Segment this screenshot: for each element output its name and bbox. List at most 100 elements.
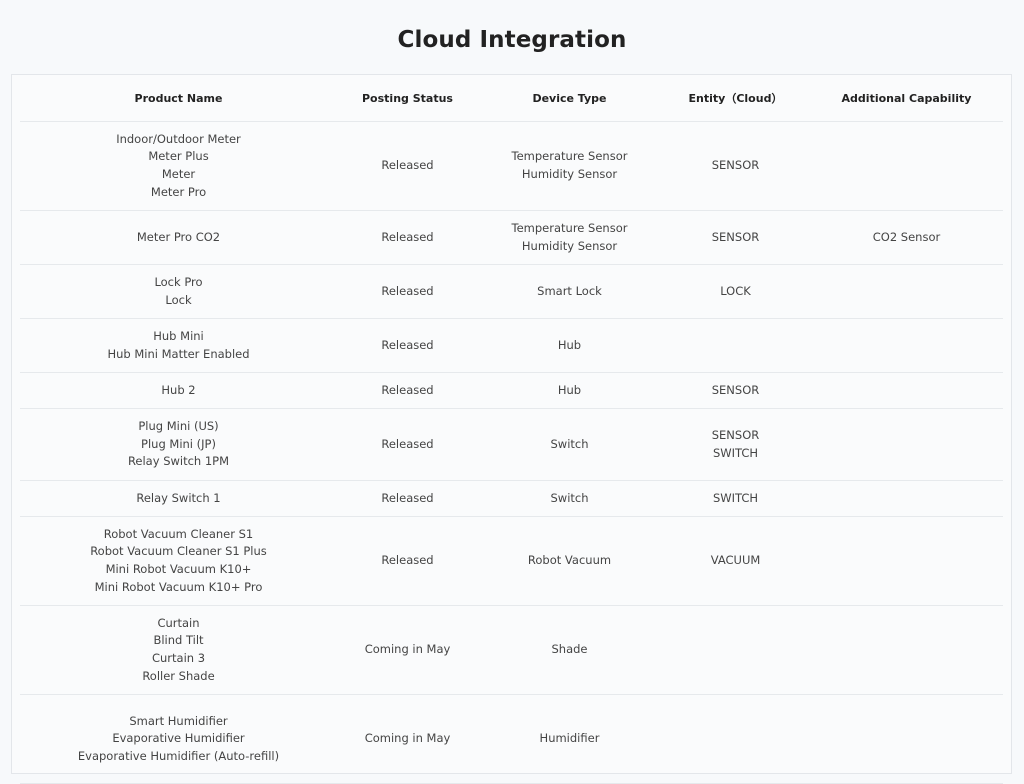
page-title: Cloud Integration	[397, 27, 627, 53]
product-name-cell-line: Robot Vacuum Cleaner S1	[103, 526, 254, 541]
header-product-name: Product Name	[20, 75, 337, 122]
device-type-cell-line: Temperature Sensor	[511, 220, 628, 235]
device-type-cell-line: Smart Lock	[537, 283, 602, 298]
posting-status-cell: Released	[337, 372, 478, 409]
device-type-cell: Switch	[478, 480, 661, 517]
product-name-cell: Lock Pro Lock	[20, 264, 337, 319]
product-name-cell-line: Mini Robot Vacuum K10+ Pro	[94, 579, 263, 594]
entity-cell	[661, 694, 810, 784]
product-name-cell-line: Robot Vacuum Cleaner S1 Plus	[90, 544, 267, 559]
entity-cell: SENSOR	[661, 210, 810, 265]
entity-cell: LOCK	[661, 264, 810, 319]
product-name-cell-line: Roller Shade	[142, 668, 215, 683]
product-name-cell-line: Blind Tilt	[153, 633, 204, 648]
table-row: Meter Pro CO2 Released Temperature Sensor H…	[20, 210, 1003, 265]
entity-cell: VACUUM	[661, 516, 810, 606]
posting-status-cell: Coming in May	[337, 694, 478, 784]
device-type-cell-line: Switch	[550, 436, 589, 451]
table-body: Indoor/Outdoor Meter Meter Plus Meter Meter…	[20, 121, 1003, 784]
additional-capability-cell	[810, 480, 1003, 517]
header-additional-capability: Additional Capability	[810, 75, 1003, 122]
integration-table: Product Name Posting Status Device Type …	[20, 75, 1003, 784]
product-name-cell-line: Hub Mini	[153, 328, 204, 343]
device-type-cell-line: Switch	[550, 490, 589, 505]
device-type-cell: Hub	[478, 318, 661, 373]
device-type-cell-line: Shade	[551, 642, 588, 657]
product-name-cell-line: Meter Plus	[148, 149, 209, 164]
posting-status-cell: Released	[337, 480, 478, 517]
device-type-cell-line: Humidity Sensor	[521, 167, 618, 181]
posting-status-cell: Coming in May	[337, 605, 478, 695]
product-name-cell: Hub Mini Hub Mini Matter Enabled	[20, 318, 337, 373]
device-type-cell-line: Hub	[557, 337, 582, 352]
additional-capability-cell	[810, 318, 1003, 373]
entity-cell	[661, 318, 810, 373]
table-row: Hub 2 Released Hub SENSOR	[20, 372, 1003, 409]
additional-capability-cell	[810, 605, 1003, 695]
product-name-cell-line: Smart Humidifier	[129, 713, 228, 728]
entity-cell-line: SWITCH	[712, 445, 759, 460]
posting-status-cell: Released	[337, 210, 478, 265]
product-name-cell-line: Relay Switch 1PM	[127, 454, 230, 469]
product-name-cell-line: Curtain 3	[151, 651, 206, 665]
entity-cell-line: SENSOR	[711, 382, 760, 397]
additional-capability-cell	[810, 372, 1003, 409]
table-row: Indoor/Outdoor Meter Meter Plus Meter Meter…	[20, 121, 1003, 211]
header-posting-status: Posting Status	[337, 75, 478, 122]
entity-cell-line: SENSOR	[711, 427, 760, 442]
entity-cell: SENSOR SWITCH	[661, 408, 810, 481]
product-name-cell-line: Meter Pro CO2	[136, 229, 221, 244]
posting-status-cell: Released	[337, 318, 478, 373]
posting-status-cell: Released	[337, 121, 478, 211]
product-name-cell-line: Plug Mini (JP)	[141, 436, 216, 451]
table-row: Smart Humidifier Evaporative Humidifier Ev…	[20, 694, 1003, 784]
product-name-cell: Robot Vacuum Cleaner S1 Robot Vacuum Clea…	[20, 516, 337, 606]
product-name-cell: Meter Pro CO2	[20, 210, 337, 265]
product-name-cell-line: Lock	[165, 292, 192, 307]
header-device-type: Device Type	[478, 75, 661, 122]
product-name-cell-line: Plug Mini (US)	[138, 419, 219, 434]
entity-cell-line: SENSOR	[711, 158, 760, 173]
table-header-row: Product Name Posting Status Device Type …	[20, 75, 1003, 122]
integration-table-card: Product Name Posting Status Device Type …	[11, 74, 1012, 784]
posting-status-cell: Released	[337, 516, 478, 606]
device-type-cell-line: Humidity Sensor	[521, 238, 618, 253]
table-row: Hub Mini Hub Mini Matter Enabled Released H…	[20, 318, 1003, 373]
product-name-cell-line: Evaporative Humidifier (Auto-refill)	[77, 748, 280, 763]
device-type-cell: Hub	[478, 372, 661, 409]
product-name-cell: Plug Mini (US) Plug Mini (JP) Relay Switch…	[20, 408, 337, 481]
additional-capability-cell	[810, 694, 1003, 784]
device-type-cell: Robot Vacuum	[478, 516, 661, 606]
device-type-cell-line: Temperature Sensor	[511, 149, 628, 164]
device-type-cell-line: Robot Vacuum	[527, 553, 612, 568]
entity-cell	[661, 605, 810, 695]
product-name-cell: Curtain Blind Tilt Curtain 3 Roller Shade	[20, 605, 337, 695]
entity-cell-line: SENSOR	[711, 229, 760, 244]
device-type-cell: Humidifier	[478, 694, 661, 784]
product-name-cell-line: Mini Robot Vacuum K10+	[105, 562, 252, 576]
device-type-cell: Temperature Sensor Humidity Sensor	[478, 210, 661, 265]
posting-status-cell: Released	[337, 264, 478, 319]
entity-cell-line: LOCK	[720, 283, 751, 298]
product-name-cell-line: Curtain	[157, 615, 200, 630]
device-type-cell-line: Humidifier	[539, 731, 600, 746]
product-name-cell-line: Lock Pro	[154, 274, 203, 289]
entity-cell: SENSOR	[661, 372, 810, 409]
table-row: Robot Vacuum Cleaner S1 Robot Vacuum Clea…	[20, 516, 1003, 606]
device-type-cell: Temperature Sensor Humidity Sensor	[478, 121, 661, 211]
product-name-cell-line: Hub Mini Matter Enabled	[107, 346, 250, 361]
product-name-cell-line: Indoor/Outdoor Meter	[116, 131, 241, 146]
device-type-cell: Switch	[478, 408, 661, 481]
product-name-cell-line: Hub 2	[161, 382, 196, 397]
entity-cell: SENSOR	[661, 121, 810, 211]
additional-capability-cell	[810, 516, 1003, 606]
device-type-cell-line: Hub	[557, 382, 582, 397]
additional-capability-cell	[810, 121, 1003, 211]
product-name-cell: Hub 2	[20, 372, 337, 409]
additional-capability-cell	[810, 264, 1003, 319]
additional-capability-cell	[810, 408, 1003, 481]
device-type-cell: Shade	[478, 605, 661, 695]
product-name-cell-line: Meter	[161, 167, 196, 181]
product-name-cell: Relay Switch 1	[20, 480, 337, 517]
entity-cell-line: VACUUM	[710, 553, 761, 568]
